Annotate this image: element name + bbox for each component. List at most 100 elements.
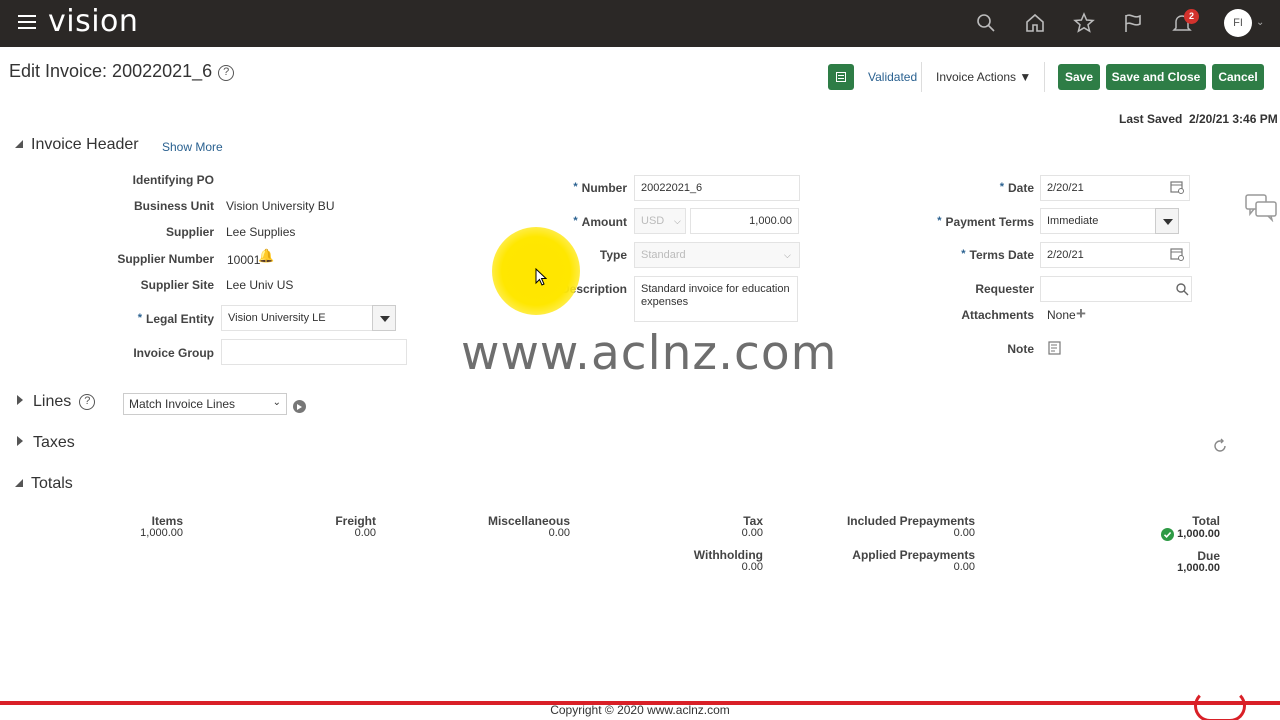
tax-value: 0.00 [741,527,763,539]
disclosure-closed-icon [17,395,23,405]
business-unit-value: Vision University BU [226,199,335,213]
notification-count-badge: 2 [1184,9,1199,24]
amount-label-text: Amount [581,215,627,229]
legal-entity-input[interactable]: Vision University LE [221,305,373,331]
attachments-value: None [1047,308,1076,322]
invoice-date-input[interactable]: 2/20/21 [1040,175,1190,201]
supplier-number-value: 10001 [227,253,261,267]
view-toggle-button[interactable] [828,64,854,90]
required-asterisk: * [961,248,966,260]
total-label: Total [1192,514,1220,528]
payment-terms-label: * Payment Terms [937,215,1034,229]
search-icon[interactable] [975,12,997,34]
calendar-icon[interactable] [1170,180,1184,194]
check-circle-icon [1161,528,1174,541]
miscellaneous-value: 0.00 [548,527,570,539]
required-asterisk: * [573,181,578,193]
watchlist-flag-icon[interactable] [1122,12,1144,34]
match-lines-select[interactable]: Match Invoice Lines ⌄ [123,393,287,415]
requester-input[interactable] [1040,276,1192,302]
invoice-actions-menu[interactable]: Invoice Actions ▼ [936,70,1031,84]
favorites-star-icon[interactable] [1073,12,1095,34]
terms-date-label-text: Terms Date [969,248,1034,262]
total-value: 1,000.00 [1177,528,1220,540]
due-label: Due [1197,549,1220,563]
add-attachment-icon[interactable]: + [1076,304,1086,324]
withholding-label: Withholding [693,548,763,562]
supplier-site-value: Lee Univ US [226,278,294,292]
invoice-number-input[interactable]: 20022021_6 [634,175,800,201]
business-unit-label: Business Unit [133,199,214,213]
chevron-down-icon: ⌵ [674,216,681,226]
refresh-icon[interactable] [1212,438,1228,454]
page-title: Edit Invoice: 20022021_6? [9,61,235,82]
copyright-text: Copyright © 2020 www.aclnz.com [550,703,730,717]
included-prepayments-value: 0.00 [953,527,975,539]
match-lines-select-value: Match Invoice Lines [129,397,236,411]
amount-label: * Amount [573,215,627,229]
caret-down-icon: ▼ [1019,70,1032,84]
last-saved-label: Last Saved [1119,112,1183,126]
global-header: vision 2 FI ⌄ [0,0,1280,47]
terms-date-input[interactable]: 2/20/21 [1040,242,1190,268]
validation-status-link[interactable]: Validated [868,70,917,84]
payment-terms-input[interactable]: Immediate [1040,208,1156,234]
items-value: 1,000.00 [140,527,183,539]
invoice-header-section-toggle[interactable]: Invoice Header [15,136,139,154]
totals-section-toggle[interactable]: Totals [15,475,73,493]
number-label: * Number [573,181,627,195]
cancel-button[interactable]: Cancel [1212,64,1264,90]
show-more-link[interactable]: Show More [162,140,223,154]
chat-icon[interactable] [1244,192,1278,222]
identifying-po-label: Identifying PO [132,173,214,187]
supplier-value[interactable]: Lee Supplies [226,225,295,239]
due-value: 1,000.00 [1177,562,1220,574]
legal-entity-dropdown-button[interactable] [372,305,396,331]
supplier-site-label: Supplier Site [140,278,214,292]
user-avatar[interactable]: FI [1224,9,1252,37]
save-and-close-button[interactable]: Save and Close [1106,64,1206,90]
home-icon[interactable] [1024,12,1046,34]
search-icon[interactable] [1175,282,1189,296]
supplier-number-label: Supplier Number [117,252,214,266]
calendar-icon[interactable] [1170,247,1184,261]
watermark-text: www.aclnz.com [461,326,838,381]
bell-icon[interactable]: 🔔 [258,248,274,264]
lines-title: Lines [33,393,72,410]
list-icon [836,72,846,82]
required-asterisk: * [937,215,942,227]
description-textarea[interactable]: Standard invoice for education expenses [634,276,798,322]
taxes-section-toggle[interactable]: Taxes [15,434,75,452]
legal-entity-label-text: Legal Entity [145,312,214,326]
requester-label: Requester [975,282,1034,296]
payment-terms-dropdown-button[interactable] [1155,208,1179,234]
withholding-value: 0.00 [741,561,763,573]
invoice-group-input[interactable] [221,339,407,365]
note-icon[interactable] [1048,341,1062,355]
go-arrow-icon[interactable] [293,400,306,413]
invoice-actions-label: Invoice Actions [936,70,1017,84]
notifications-bell-icon[interactable]: 2 [1171,9,1199,34]
date-label-text: Date [1007,181,1034,195]
amount-input[interactable]: 1,000.00 [690,208,799,234]
freight-label: Freight [335,514,376,528]
disclosure-open-icon [15,140,23,148]
invoice-group-label: Invoice Group [133,346,214,360]
save-button[interactable]: Save [1058,64,1100,90]
freight-value: 0.00 [354,527,376,539]
supplier-label: Supplier [165,225,214,239]
type-label: Type [599,248,627,262]
number-label-text: Number [581,181,627,195]
help-icon[interactable]: ? [218,65,235,81]
required-asterisk: * [999,181,1004,193]
help-icon[interactable]: ? [79,394,96,410]
navigator-menu-icon[interactable] [18,15,36,29]
totals-title: Totals [31,475,73,492]
chevron-down-icon[interactable]: ⌄ [1256,17,1264,28]
lines-section-toggle[interactable]: Lines? [15,393,96,411]
brand-logo[interactable]: vision [48,4,138,39]
taxes-title: Taxes [33,434,75,451]
required-asterisk: * [137,312,142,324]
payment-terms-label-text: Payment Terms [945,215,1034,229]
chevron-down-icon: ⌵ [784,250,791,260]
